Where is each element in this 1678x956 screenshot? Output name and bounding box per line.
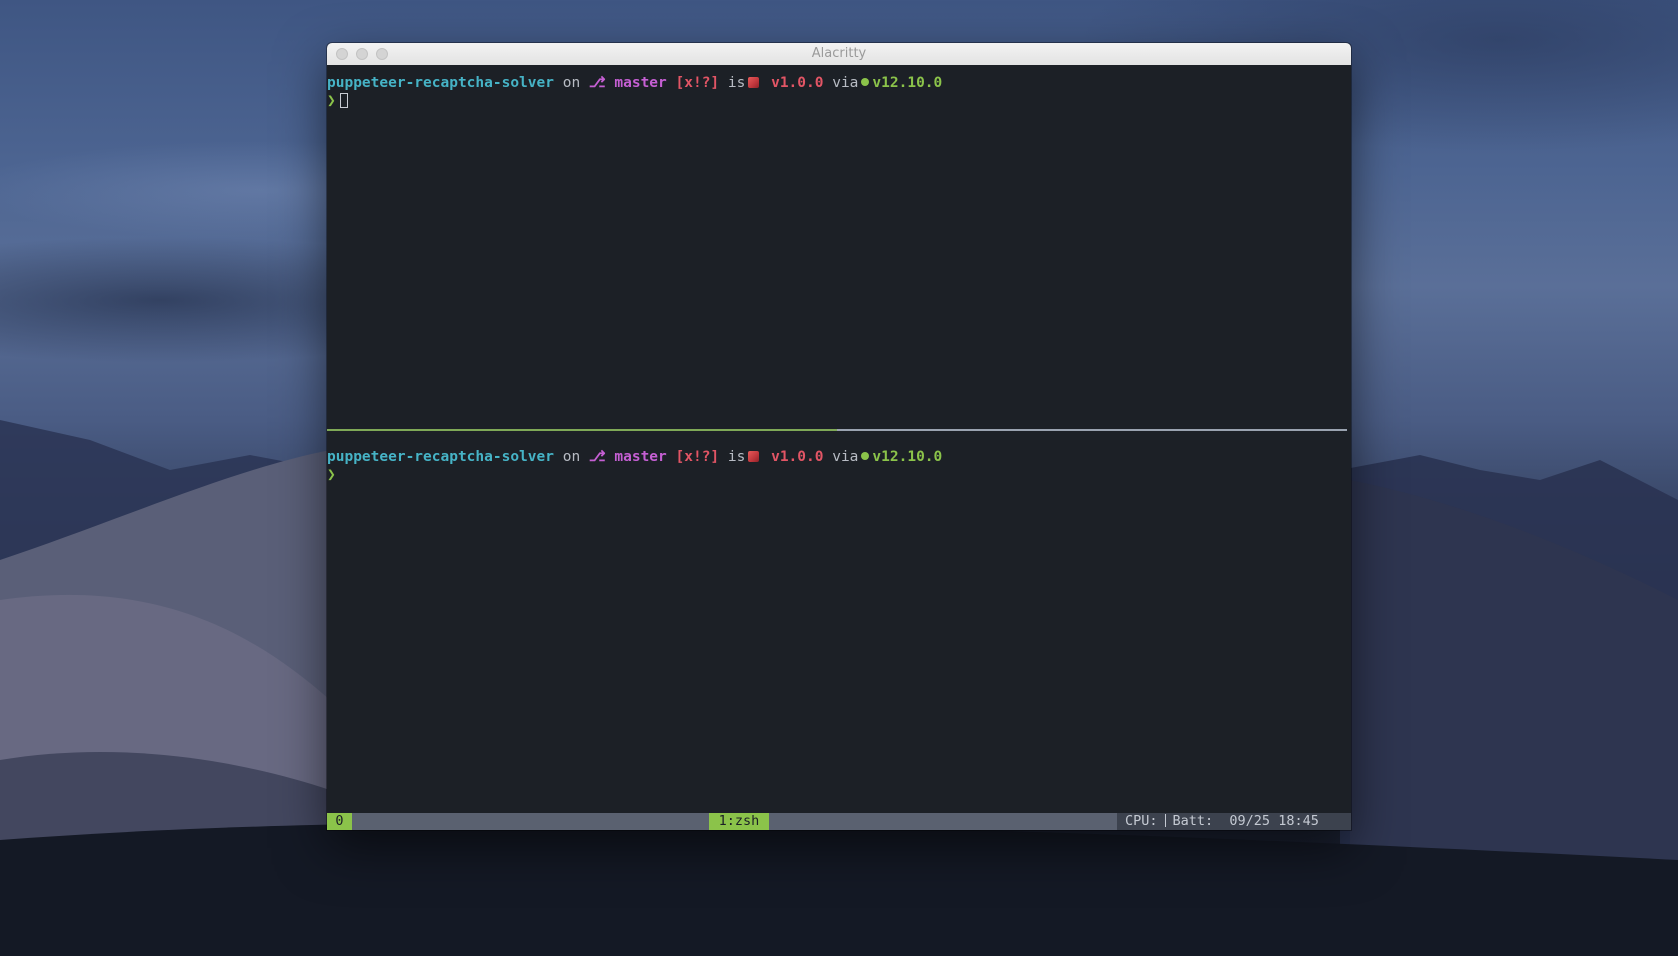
prompt-symbol: ❯ [327, 467, 336, 483]
input-line[interactable]: ❯ [327, 92, 1351, 110]
node-dot-icon [861, 452, 870, 460]
prompt-directory: puppeteer-recaptcha-solver [327, 449, 554, 465]
prompt-symbol: ❯ [327, 93, 336, 109]
tmux-window-tab[interactable]: 1:zsh [709, 813, 769, 830]
package-icon [748, 77, 760, 88]
prompt-on-word: on [562, 75, 581, 91]
terminal-area[interactable]: puppeteer-recaptcha-solver on ⎇ master [… [327, 65, 1351, 830]
prompt-line: puppeteer-recaptcha-solver on ⎇ master [… [327, 74, 1351, 92]
prompt-on-word: on [562, 449, 581, 465]
terminal-pane-bottom[interactable]: puppeteer-recaptcha-solver on ⎇ master [… [327, 448, 1351, 798]
node-dot-icon [861, 78, 870, 86]
tmux-status-right: CPU: Batt: 09/25 18:45 [1117, 813, 1351, 830]
prompt-via-word: via [832, 75, 859, 91]
title-bar[interactable]: Alacritty [327, 43, 1351, 66]
datetime-label: 09/25 18:45 [1229, 813, 1319, 829]
tmux-status-bar: 0 1:zsh CPU: Batt: 09/25 18:45 [327, 813, 1351, 830]
terminal-window[interactable]: Alacritty puppeteer-recaptcha-solver on … [327, 43, 1351, 830]
prompt-via-word: via [832, 449, 859, 465]
cpu-label: CPU: [1125, 813, 1158, 829]
input-line[interactable]: ❯ [327, 466, 1351, 484]
text-cursor [339, 93, 348, 108]
status-separator [1164, 814, 1166, 827]
window-title: Alacritty [811, 46, 867, 61]
prompt-branch: master [614, 75, 667, 91]
terminal-pane-top[interactable]: puppeteer-recaptcha-solver on ⎇ master [… [327, 74, 1351, 414]
prompt-node-version: v12.10.0 [872, 449, 943, 465]
tmux-session-indicator[interactable]: 0 [327, 813, 352, 830]
git-branch-icon: ⎇ [588, 449, 606, 465]
package-icon [748, 451, 760, 462]
prompt-git-status: [x!?] [675, 449, 720, 465]
prompt-package-version: v1.0.0 [771, 75, 824, 91]
batt-label: Batt: [1172, 813, 1214, 829]
prompt-node-version: v12.10.0 [872, 75, 943, 91]
prompt-branch: master [614, 449, 667, 465]
prompt-line: puppeteer-recaptcha-solver on ⎇ master [… [327, 448, 1351, 466]
prompt-is-word: is [727, 75, 746, 91]
pane-divider[interactable] [327, 429, 1347, 431]
prompt-package-version: v1.0.0 [771, 449, 824, 465]
git-branch-icon: ⎇ [588, 75, 606, 91]
prompt-is-word: is [727, 449, 746, 465]
prompt-directory: puppeteer-recaptcha-solver [327, 75, 554, 91]
prompt-git-status: [x!?] [675, 75, 720, 91]
